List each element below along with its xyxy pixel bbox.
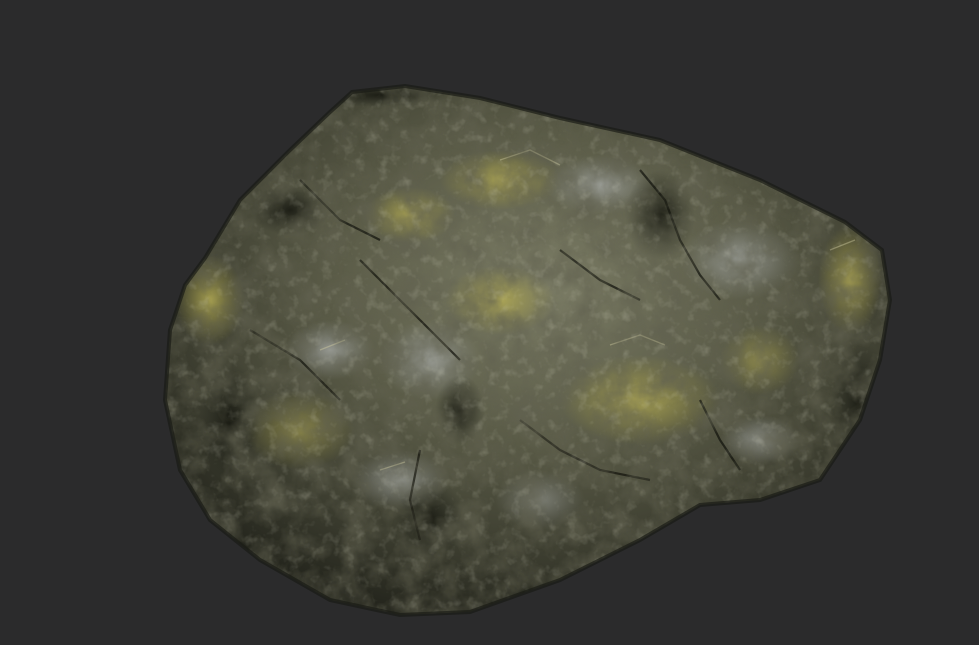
rock-scene[interactable] — [0, 0, 979, 645]
3d-viewport[interactable] — [0, 0, 979, 645]
rock-surface-detail — [165, 86, 890, 615]
